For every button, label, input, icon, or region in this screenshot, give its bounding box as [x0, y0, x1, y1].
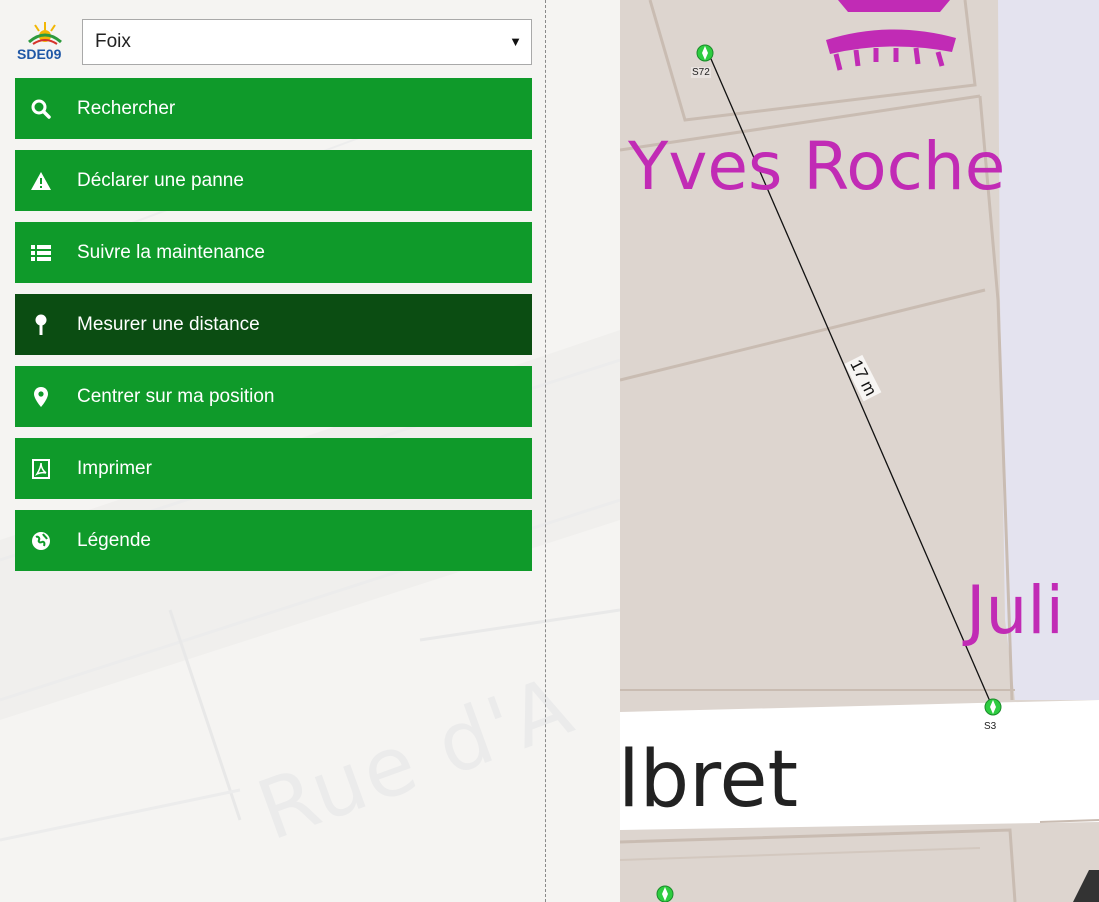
warning-icon	[27, 171, 55, 191]
menu-item-label: Rechercher	[77, 97, 176, 119]
poi-label-juli: Juli	[966, 572, 1064, 649]
menu-item-imprimer[interactable]: Imprimer	[15, 438, 532, 499]
poi-label-yves-rocher: Yves Roche	[628, 128, 1006, 205]
svg-text:SDE09: SDE09	[17, 46, 62, 62]
menu-item-centrer-position[interactable]: Centrer sur ma position	[15, 366, 532, 427]
menu-item-label: Déclarer une panne	[77, 169, 244, 191]
sde09-logo: SDE09	[15, 18, 75, 64]
streetlight-marker[interactable]	[656, 885, 674, 902]
streetlight-marker-s72[interactable]	[696, 44, 714, 62]
menu-item-label: Légende	[77, 529, 151, 551]
street-label: lbret	[620, 735, 799, 825]
globe-icon	[27, 531, 55, 551]
menu-item-label: Mesurer une distance	[77, 313, 260, 335]
list-icon	[27, 244, 55, 261]
pdf-icon	[27, 458, 55, 479]
menu-item-label: Imprimer	[77, 457, 152, 479]
search-icon	[27, 99, 55, 119]
marker-label-s72: S72	[691, 67, 711, 78]
menu-item-suivre-maintenance[interactable]: Suivre la maintenance	[15, 222, 532, 283]
menu-item-legende[interactable]: Légende	[15, 510, 532, 571]
menu-item-mesurer-distance[interactable]: Mesurer une distance	[15, 294, 532, 355]
location-icon	[27, 386, 55, 407]
sidebar-menu: Rechercher Déclarer une panne Suivre la …	[15, 78, 532, 582]
commune-select-value: Foix	[95, 31, 131, 52]
menu-item-label: Centrer sur ma position	[77, 385, 275, 407]
panel-divider	[545, 0, 546, 902]
pin-icon	[27, 314, 55, 336]
marker-label-s3: S3	[983, 721, 998, 732]
menu-item-label: Suivre la maintenance	[77, 241, 265, 263]
commune-select[interactable]: Foix ▼	[82, 19, 532, 65]
map-view[interactable]: Yves Roche Juli lbret 17 m S72 S3	[620, 0, 1099, 902]
menu-item-rechercher[interactable]: Rechercher	[15, 78, 532, 139]
dropdown-caret-icon: ▼	[509, 34, 522, 49]
menu-item-declarer-panne[interactable]: Déclarer une panne	[15, 150, 532, 211]
streetlight-marker-s3[interactable]	[984, 698, 1002, 716]
